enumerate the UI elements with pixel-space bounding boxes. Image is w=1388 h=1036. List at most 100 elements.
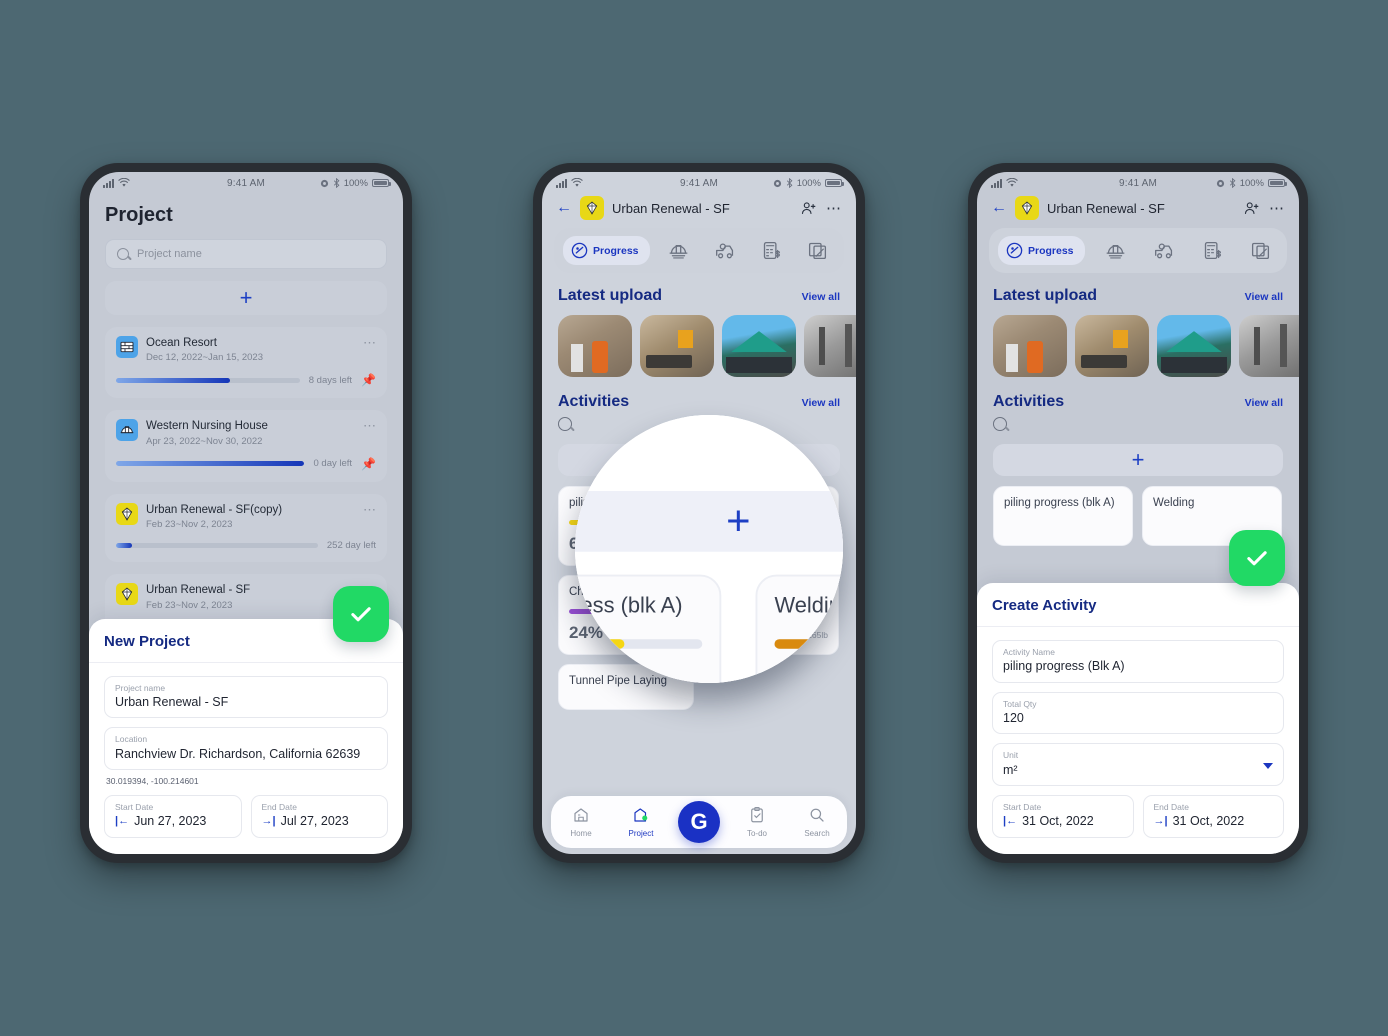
tab-workers[interactable] <box>1098 235 1133 266</box>
tab-cost[interactable] <box>754 235 789 266</box>
tab-equipment[interactable] <box>1146 235 1182 266</box>
field-value: m² <box>1003 762 1018 777</box>
more-icon[interactable]: ⋯ <box>363 419 377 432</box>
tabbar-item-project[interactable]: Project <box>618 806 664 838</box>
confirm-button[interactable] <box>1229 530 1285 586</box>
latest-upload-header: Latest upload View all <box>977 273 1299 305</box>
project-head: Urban Renewal - SF(copy) Feb 23~Nov 2, 20… <box>116 502 376 531</box>
upload-thumbnails <box>977 305 1299 377</box>
end-date-field[interactable]: End Date →| 31 Oct, 2022 <box>1142 795 1284 838</box>
start-date-field[interactable]: Start Date |← 31 Oct, 2022 <box>992 795 1134 838</box>
activity-card[interactable]: piling progress (blk A) <box>993 486 1133 546</box>
section-title: Activities <box>558 393 630 410</box>
field-value: 120 <box>1003 710 1024 725</box>
project-card[interactable]: ⋯ Urban Renewal - SF(copy) Feb 23~Nov 2, 2… <box>105 493 387 563</box>
project-text: Western Nursing House Apr 23, 2022~Nov 30… <box>146 419 268 446</box>
alarm-icon <box>773 179 781 187</box>
project-progress-row: 252 day left <box>116 540 376 551</box>
status-bar: 9:41 AM 100% <box>977 172 1299 194</box>
tab-label: Progress <box>1028 244 1074 257</box>
tab-drawings[interactable] <box>1243 235 1278 266</box>
hard-hat-icon <box>116 419 138 442</box>
tabbar-item-search[interactable]: Search <box>794 806 840 838</box>
tabbar-item-to-do[interactable]: To-do <box>734 806 780 838</box>
canvas: 9:41 AM 100% Project Project name + ⋯ Oc… <box>0 0 1388 1036</box>
location-field[interactable]: Location Ranchview Dr. Richardson, Calif… <box>104 727 388 771</box>
more-icon[interactable]: ⋯ <box>363 336 377 349</box>
total-qty-field[interactable]: Total Qty 120 <box>992 691 1284 735</box>
header-actions: ⋯ <box>800 200 842 217</box>
upload-thumbnail[interactable] <box>1075 315 1149 377</box>
page-title: Urban Renewal - SF <box>612 200 730 216</box>
end-date-field[interactable]: End Date →| Jul 27, 2023 <box>250 795 388 838</box>
days-left: 0 day left <box>313 458 353 470</box>
confirm-button[interactable] <box>333 586 389 642</box>
calculator-dollar-icon <box>1204 241 1221 260</box>
activity-search-button[interactable] <box>977 411 1299 436</box>
plus-icon: + <box>239 285 253 310</box>
project-head: Western Nursing House Apr 23, 2022~Nov 30… <box>116 419 376 447</box>
more-icon[interactable]: ⋯ <box>363 503 377 516</box>
more-icon[interactable]: ⋯ <box>826 201 842 216</box>
activity-name: piling progress (blk A) <box>1004 497 1115 509</box>
upload-thumbnail[interactable] <box>640 315 714 377</box>
field-label: Unit <box>1003 750 1019 761</box>
battery-percent: 100% <box>796 177 821 189</box>
add-project-button[interactable]: + <box>105 281 387 315</box>
search-icon <box>808 806 826 826</box>
end-date-value: 31 Oct, 2022 <box>1172 814 1245 829</box>
upload-thumbnail[interactable] <box>1239 315 1299 377</box>
new-project-sheet: New Project Project name Urban Renewal -… <box>89 618 403 854</box>
project-card[interactable]: ⋯ Western Nursing House Apr 23, 2022~Nov 3… <box>105 410 387 482</box>
back-arrow-icon[interactable]: ← <box>991 200 1007 216</box>
upload-thumbnail[interactable] <box>558 315 632 377</box>
chevron-down-icon[interactable] <box>1263 762 1273 769</box>
project-name: Western Nursing House <box>146 420 268 433</box>
brick-wall-icon <box>116 336 138 358</box>
search-input[interactable]: Project name <box>105 239 387 269</box>
section-title: Latest upload <box>993 287 1098 304</box>
upload-thumbnail[interactable] <box>993 315 1067 377</box>
view-all-link[interactable]: View all <box>802 291 840 303</box>
tab-cost[interactable] <box>1195 235 1230 266</box>
project-name-field[interactable]: Project name Urban Renewal - SF <box>104 675 388 719</box>
view-all-link[interactable]: View all <box>802 397 840 409</box>
tab-drawings[interactable] <box>800 235 835 266</box>
view-all-link[interactable]: View all <box>1245 397 1283 409</box>
view-all-link[interactable]: View all <box>1245 291 1283 303</box>
project-card[interactable]: ⋯ Ocean Resort Dec 12, 2022~Jan 15, 2023 8 … <box>105 327 387 399</box>
start-date-field[interactable]: Start Date |← Jun 27, 2023 <box>104 795 242 838</box>
add-activity-button[interactable]: + <box>993 444 1283 476</box>
search-placeholder: Project name <box>137 248 202 260</box>
more-icon[interactable]: ⋯ <box>1269 201 1285 216</box>
project-name: Ocean Resort <box>146 337 217 349</box>
tab-equipment[interactable] <box>707 235 743 266</box>
status-bar: 9:41 AM 100% <box>542 172 856 194</box>
date-row: Start Date |← 31 Oct, 2022 End Date →| 3… <box>992 795 1284 838</box>
gem-icon <box>116 502 138 525</box>
field-value-wrap: |← Jun 27, 2023 <box>115 814 231 830</box>
pin-icon[interactable]: 📌 <box>361 457 376 471</box>
project-icon <box>632 806 650 826</box>
unit-field[interactable]: Unit m² <box>992 743 1284 787</box>
add-person-icon[interactable] <box>1243 200 1260 217</box>
magnifier-lens: Activities View all + piling progress (b… <box>575 415 843 683</box>
status-bar-right: 100% <box>320 178 391 189</box>
tabbar-item-home[interactable]: Home <box>558 806 604 838</box>
add-person-icon[interactable] <box>800 200 817 217</box>
upload-thumbnail[interactable] <box>804 315 856 377</box>
tab-progress[interactable]: Progress <box>998 236 1085 265</box>
upload-thumbnail[interactable] <box>722 315 796 377</box>
project-dates: Feb 23~Nov 2, 2023 <box>146 519 233 531</box>
tab-workers[interactable] <box>661 235 696 266</box>
project-head: Ocean Resort Dec 12, 2022~Jan 15, 2023 <box>116 336 376 363</box>
tab-progress[interactable]: Progress <box>563 236 650 265</box>
project-name: Urban Renewal - SF(copy) <box>146 503 283 516</box>
back-arrow-icon[interactable]: ← <box>556 200 572 216</box>
tab-label: Progress <box>593 244 639 257</box>
upload-thumbnail[interactable] <box>1157 315 1231 377</box>
pin-icon[interactable]: 📌 <box>361 373 376 387</box>
g-fab-button[interactable]: G <box>678 801 720 843</box>
activity-name-field[interactable]: Activity Name piling progress (Blk A) <box>992 639 1284 683</box>
alarm-icon <box>1216 179 1224 187</box>
